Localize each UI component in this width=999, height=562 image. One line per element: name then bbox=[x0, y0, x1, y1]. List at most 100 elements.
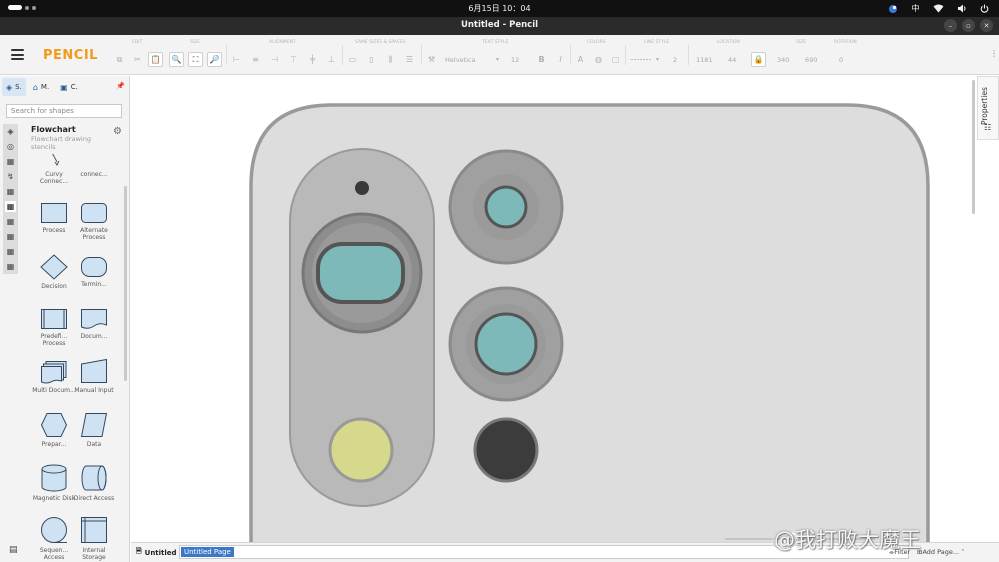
system-clock[interactable]: 6月15日 10：04 bbox=[0, 3, 999, 14]
lock-icon[interactable]: 🔒 bbox=[751, 52, 766, 67]
line-style-select[interactable] bbox=[628, 52, 662, 67]
text-color-icon[interactable]: A bbox=[573, 52, 588, 67]
shape-label: connec... bbox=[80, 171, 108, 178]
same-height-icon[interactable]: ▯ bbox=[364, 52, 379, 67]
minimize-button[interactable]: – bbox=[944, 19, 957, 32]
shape-item[interactable]: Alternate Process bbox=[72, 202, 116, 241]
rotation-field[interactable]: 0 bbox=[836, 52, 862, 67]
shape-label: Curvy Connec... bbox=[39, 171, 69, 185]
connector-icon[interactable]: ↯ bbox=[5, 171, 16, 182]
shape-item[interactable]: Process bbox=[32, 202, 76, 234]
widgets-icon[interactable]: ▦ bbox=[5, 156, 16, 167]
pin-icon[interactable]: 📌 bbox=[116, 82, 125, 90]
fill-color-icon[interactable]: ◍ bbox=[591, 52, 606, 67]
shape-label: Predefi... Process bbox=[40, 333, 68, 347]
basic-shapes-icon[interactable]: ◈ bbox=[5, 126, 16, 137]
align-right-icon[interactable]: ⊣ bbox=[267, 52, 282, 67]
shape-item[interactable]: Internal Storage bbox=[72, 516, 116, 561]
sidebar-scrollbar[interactable] bbox=[124, 186, 127, 381]
properties-panel-toggle[interactable]: Properties ☷ bbox=[977, 76, 999, 140]
shape-item[interactable]: Sequen... Access bbox=[32, 516, 76, 561]
italic-icon[interactable]: I bbox=[553, 52, 568, 67]
shape-item[interactable]: Termin... bbox=[72, 256, 116, 288]
align-top-icon[interactable]: ⊤ bbox=[286, 52, 301, 67]
space-horizontal-icon[interactable]: ⫼ bbox=[383, 52, 398, 67]
web-icon[interactable]: ◎ bbox=[5, 141, 16, 152]
flash bbox=[328, 417, 394, 483]
align-left-icon[interactable]: ⊢ bbox=[229, 52, 244, 67]
maximize-button[interactable]: ▫ bbox=[962, 19, 975, 32]
width-field[interactable]: 340 bbox=[774, 52, 800, 67]
tab-shapes[interactable]: ◈ S. bbox=[2, 78, 26, 96]
curvy-connector-icon bbox=[52, 154, 60, 166]
tab-my-shapes-label: M. bbox=[40, 83, 50, 91]
shape-item[interactable]: Predefi... Process bbox=[32, 308, 76, 347]
document-icon bbox=[81, 309, 107, 329]
edit-group-label: EDIT bbox=[132, 40, 143, 45]
align-bottom-icon[interactable]: ⊥ bbox=[324, 52, 339, 67]
shape-item[interactable]: Docum... bbox=[72, 308, 116, 340]
main-menu-button[interactable] bbox=[11, 49, 24, 60]
align-middle-icon[interactable]: ╪ bbox=[305, 52, 320, 67]
line-width-field[interactable]: 2 bbox=[670, 52, 688, 67]
grid-icon[interactable]: ▦ bbox=[5, 246, 16, 257]
shape-item[interactable]: connec... bbox=[72, 154, 116, 178]
wifi-icon[interactable] bbox=[932, 2, 945, 15]
list-view-icon[interactable]: ▤ bbox=[9, 545, 18, 555]
grid-icon[interactable]: ▦ bbox=[5, 261, 16, 272]
toolbar-separator bbox=[688, 45, 689, 65]
shape-item[interactable]: Multi Docum... bbox=[32, 360, 76, 394]
grid-icon[interactable]: ▦ bbox=[5, 231, 16, 242]
sequential-access-icon bbox=[41, 517, 67, 543]
font-size-field[interactable]: 12 bbox=[508, 52, 532, 67]
object-size-group-label: SIZE bbox=[796, 40, 807, 45]
process-icon bbox=[41, 203, 67, 223]
main-toolbar: PENCIL EDIT ⧉ ✂ 📋 SIZE 🔍 ⛶ 🔎 ALIGNMENT ⊢… bbox=[0, 35, 999, 75]
volume-icon[interactable] bbox=[955, 2, 968, 15]
space-vertical-icon[interactable]: ☰ bbox=[402, 52, 417, 67]
location-x-field[interactable]: 1181 bbox=[693, 52, 719, 67]
toolbar-separator bbox=[226, 45, 227, 65]
same-sizes-group: SAME SIZES & SPACES ▭ ▯ ⫼ ☰ bbox=[345, 40, 425, 70]
copy-icon[interactable]: ⧉ bbox=[112, 52, 127, 67]
tab-my-shapes[interactable]: ⌂ M. bbox=[29, 78, 53, 96]
location-y-field[interactable]: 44 bbox=[725, 52, 751, 67]
format-painter-icon[interactable]: ⚒ bbox=[424, 52, 439, 67]
fit-window-icon[interactable]: ⛶ bbox=[188, 52, 203, 67]
cut-icon[interactable]: ✂ bbox=[130, 52, 145, 67]
page-tab[interactable]: 🗎 Untitled bbox=[136, 547, 177, 558]
close-button[interactable]: ✕ bbox=[980, 19, 993, 32]
height-field[interactable]: 690 bbox=[802, 52, 828, 67]
zoom-out-icon[interactable]: 🔍 bbox=[169, 52, 184, 67]
shape-item[interactable]: Curvy Connec... bbox=[32, 154, 76, 185]
tab-clipart[interactable]: ▣ C. bbox=[56, 78, 82, 96]
grid-icon[interactable]: ▦ bbox=[5, 186, 16, 197]
shape-item[interactable]: Manual Input bbox=[72, 358, 116, 394]
grid-icon[interactable]: ▦ bbox=[5, 216, 16, 227]
gear-icon[interactable]: ⚙ bbox=[113, 126, 122, 137]
zoom-in-icon[interactable]: 🔎 bbox=[207, 52, 222, 67]
toolbar-overflow-icon[interactable]: ⋮ bbox=[990, 49, 998, 58]
font-family-select[interactable]: Helvetica bbox=[442, 52, 502, 67]
border-color-icon[interactable]: ▢ bbox=[608, 52, 623, 67]
paste-icon[interactable]: 📋 bbox=[148, 52, 163, 67]
shape-item[interactable]: Data bbox=[72, 412, 116, 448]
add-page-button[interactable]: ⊞Add Page... ˄ bbox=[917, 548, 964, 556]
same-width-icon[interactable]: ▭ bbox=[345, 52, 360, 67]
drawing-canvas[interactable] bbox=[131, 76, 974, 542]
shape-search-input[interactable] bbox=[6, 104, 122, 118]
align-center-icon[interactable]: ≡ bbox=[248, 52, 263, 67]
app-indicator-icon[interactable] bbox=[886, 2, 899, 15]
secondary-lens-glass bbox=[484, 185, 528, 229]
preparation-icon bbox=[40, 413, 68, 437]
bold-icon[interactable]: B bbox=[534, 52, 549, 67]
shape-item[interactable]: Prepar... bbox=[32, 412, 76, 448]
shape-item[interactable]: Decision bbox=[32, 254, 76, 290]
power-icon[interactable] bbox=[978, 2, 991, 15]
shape-item[interactable]: Magnetic Disk bbox=[32, 464, 76, 502]
input-method-indicator[interactable]: 中 bbox=[909, 2, 922, 15]
flowchart-icon[interactable]: ▦ bbox=[5, 201, 16, 212]
direct-access-icon bbox=[81, 465, 107, 491]
shape-item[interactable]: Direct Access bbox=[72, 464, 116, 502]
canvas-vertical-scrollbar[interactable] bbox=[972, 80, 975, 214]
